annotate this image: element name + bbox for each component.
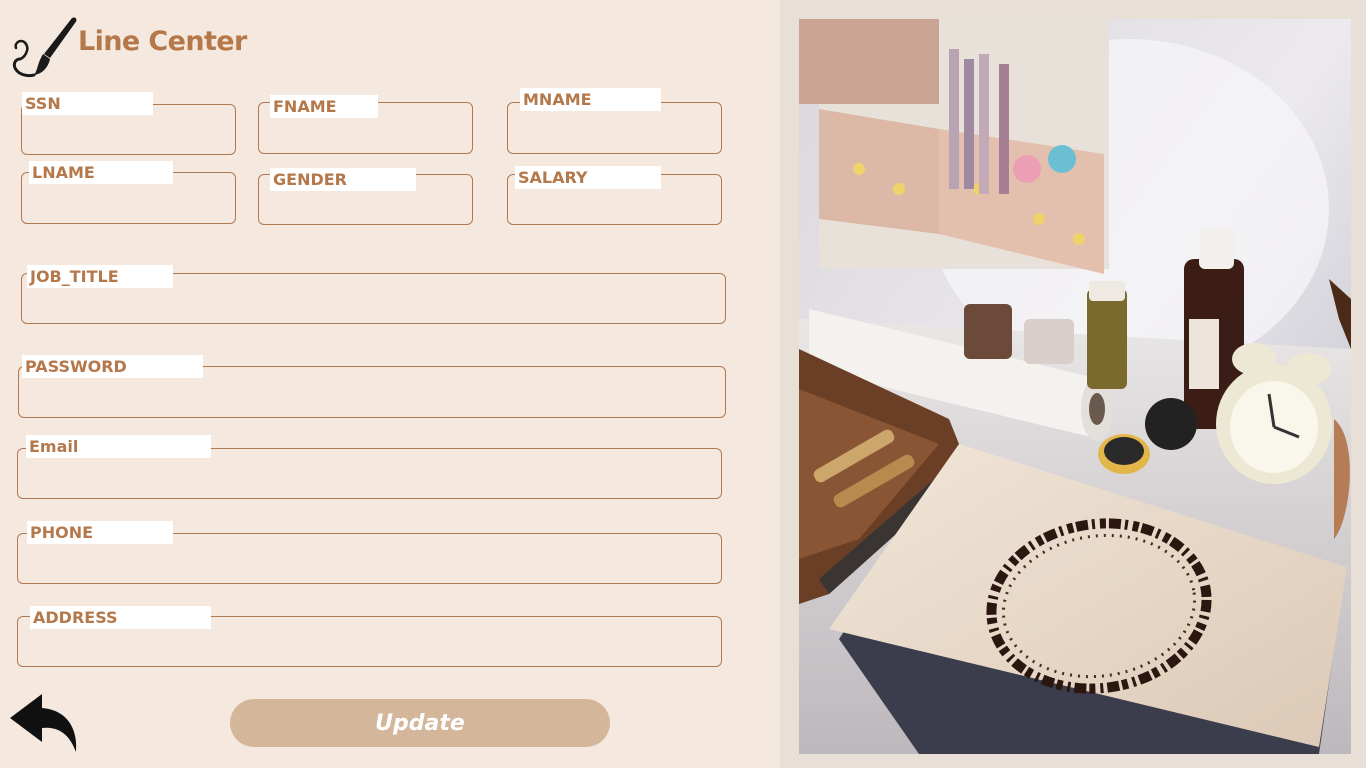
photo-illustration (799, 19, 1351, 754)
back-arrow-icon[interactable] (8, 690, 82, 756)
address-input[interactable] (26, 633, 711, 663)
password-input[interactable] (27, 383, 715, 413)
mname-input[interactable] (516, 119, 711, 149)
salary-input[interactable] (516, 191, 711, 221)
lname-label: LNAME (29, 161, 173, 184)
email-input[interactable] (26, 465, 711, 495)
mname-label: MNAME (520, 88, 661, 111)
job-title-input[interactable] (30, 290, 715, 320)
job-title-label: JOB_TITLE (27, 265, 173, 288)
salary-label: SALARY (515, 166, 661, 189)
ssn-input[interactable] (30, 119, 225, 149)
calligraphy-desk-photo (799, 19, 1351, 754)
phone-label: PHONE (27, 521, 173, 544)
password-label: PASSWORD (22, 355, 203, 378)
address-label: ADDRESS (30, 606, 211, 629)
form-panel: Line Center SSN FNAME MNAME LNAME GENDER… (0, 0, 780, 768)
email-label: Email (26, 435, 211, 458)
fname-input[interactable] (267, 119, 462, 149)
app-title: Line Center (78, 26, 247, 57)
paintbrush-icon (12, 17, 77, 78)
update-button[interactable]: Update (230, 699, 610, 747)
ssn-label: SSN (22, 92, 153, 115)
gender-label: GENDER (270, 168, 416, 191)
fname-label: FNAME (270, 95, 378, 118)
lname-input[interactable] (30, 189, 225, 219)
phone-input[interactable] (26, 550, 711, 580)
gender-input[interactable] (267, 191, 462, 221)
